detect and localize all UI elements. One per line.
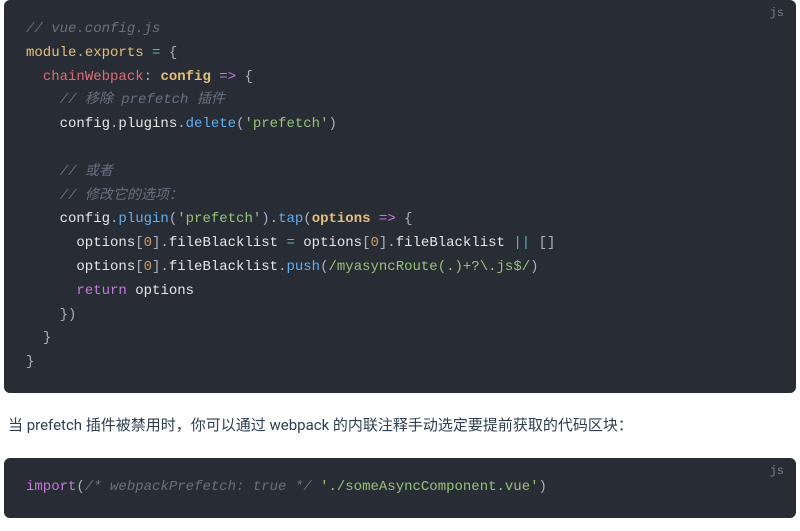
code-token <box>312 479 320 495</box>
code-content-1[interactable]: // vue.config.js module.exports = { chai… <box>26 18 774 375</box>
code-token: 'prefetch' <box>177 211 261 227</box>
code-token <box>396 211 404 227</box>
code-token: push <box>286 259 320 275</box>
code-token <box>371 211 379 227</box>
code-token: delete <box>186 116 236 132</box>
code-token: exports <box>85 45 144 61</box>
code-token: options <box>26 235 135 251</box>
code-token: ]. <box>379 235 396 251</box>
code-token <box>26 164 60 180</box>
code-token: // 修改它的选项： <box>60 188 183 204</box>
code-token: 'prefetch' <box>244 116 328 132</box>
code-token: options <box>26 259 135 275</box>
code-token: [ <box>362 235 370 251</box>
code-token: ( <box>76 479 84 495</box>
code-token: plugin <box>118 211 168 227</box>
language-label: js <box>770 464 784 478</box>
code-token: /myasyncRoute(.)+?\.js$/ <box>328 259 530 275</box>
code-token: options <box>127 283 194 299</box>
prose-text: 当 prefetch 插件被禁用时，你可以通过 webpack 的内联注释手动选… <box>0 393 800 459</box>
code-token <box>236 69 244 85</box>
code-token: => <box>219 69 236 85</box>
code-token: = <box>286 235 294 251</box>
code-token: ) <box>328 116 336 132</box>
code-token: { <box>169 45 177 61</box>
code-token: ). <box>261 211 278 227</box>
code-token: . <box>177 116 185 132</box>
code-token: }) <box>60 307 77 323</box>
code-token <box>160 45 168 61</box>
code-token <box>26 188 60 204</box>
code-token: : <box>144 69 152 85</box>
code-token: fileBlacklist <box>169 259 278 275</box>
code-token: config <box>160 69 210 85</box>
code-token: ( <box>169 211 177 227</box>
code-token: } <box>26 354 34 370</box>
code-token: } <box>43 330 51 346</box>
code-token: ]. <box>152 259 169 275</box>
language-label: js <box>770 6 784 20</box>
code-token: ]. <box>152 235 169 251</box>
code-token: ) <box>530 259 538 275</box>
code-token: return <box>76 283 126 299</box>
code-token <box>26 69 43 85</box>
code-token: { <box>245 69 253 85</box>
code-block-2: js import(/* webpackPrefetch: true */ '.… <box>4 458 796 518</box>
code-token: options <box>312 211 371 227</box>
code-token: plugins <box>118 116 177 132</box>
code-token: 0 <box>371 235 379 251</box>
code-block-1: js // vue.config.js module.exports = { c… <box>4 0 796 393</box>
code-token: . <box>76 45 84 61</box>
code-token: /* webpackPrefetch: true */ <box>85 479 312 495</box>
code-token: { <box>404 211 412 227</box>
code-token <box>26 283 76 299</box>
code-token: options <box>295 235 362 251</box>
code-token: config <box>26 211 110 227</box>
code-token: // 移除 prefetch 插件 <box>60 92 225 108</box>
code-token: || <box>513 235 530 251</box>
code-token: module <box>26 45 76 61</box>
code-token: chainWebpack <box>43 69 144 85</box>
code-token: [ <box>135 259 143 275</box>
code-token: 0 <box>144 259 152 275</box>
code-token: => <box>379 211 396 227</box>
code-token: config <box>26 116 110 132</box>
code-token: 0 <box>144 235 152 251</box>
code-token: tap <box>278 211 303 227</box>
code-token <box>26 330 43 346</box>
code-token: fileBlacklist <box>169 235 287 251</box>
code-token: './someAsyncComponent.vue' <box>320 479 538 495</box>
code-token: import <box>26 479 76 495</box>
code-token <box>144 45 152 61</box>
code-token: [] <box>539 235 556 251</box>
code-token <box>530 235 538 251</box>
code-token: [ <box>135 235 143 251</box>
code-token <box>26 92 60 108</box>
code-token: fileBlacklist <box>396 235 514 251</box>
code-token: // 或者 <box>60 164 113 180</box>
code-token: // vue.config.js <box>26 21 160 37</box>
code-token <box>26 307 60 323</box>
code-token: ) <box>539 479 547 495</box>
code-content-2[interactable]: import(/* webpackPrefetch: true */ './so… <box>26 476 774 500</box>
code-token: ( <box>303 211 311 227</box>
